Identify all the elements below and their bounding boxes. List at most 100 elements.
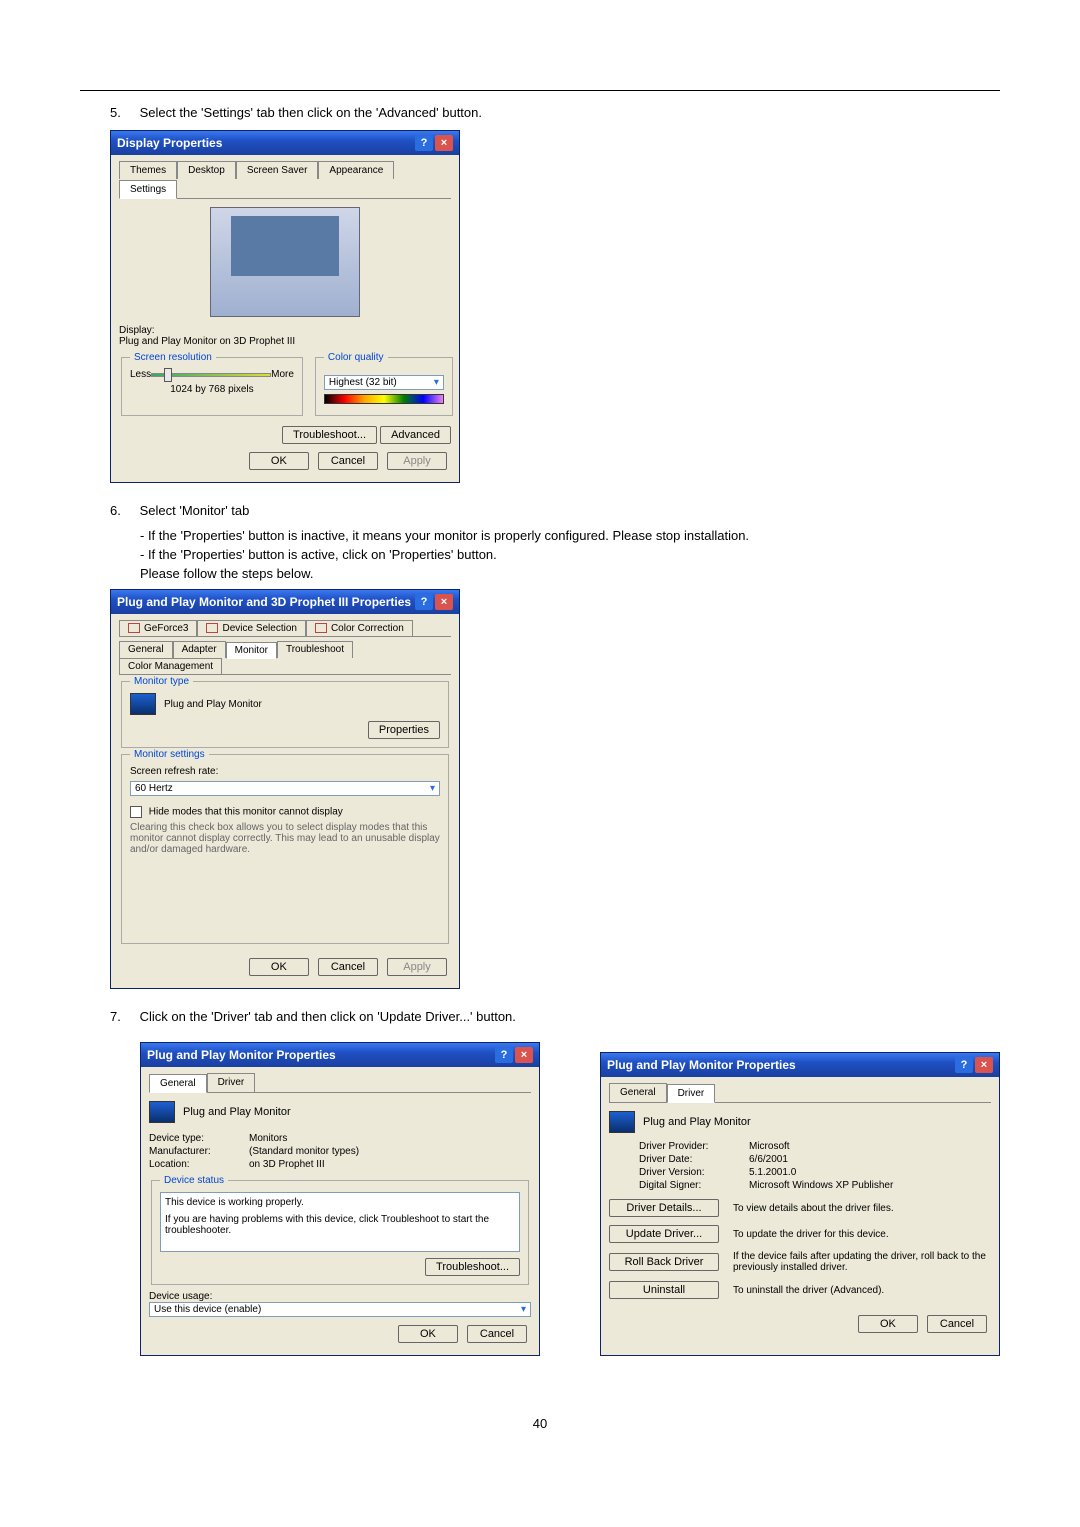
digital-signer-value: Microsoft Windows XP Publisher <box>749 1180 893 1191</box>
tab-monitor[interactable]: Monitor <box>226 642 277 659</box>
manufacturer-label: Manufacturer: <box>149 1146 249 1157</box>
resolution-legend: Screen resolution <box>130 352 216 363</box>
cancel-button[interactable]: Cancel <box>318 958 378 976</box>
rollback-driver-button[interactable]: Roll Back Driver <box>609 1253 719 1271</box>
tab-driver[interactable]: Driver <box>667 1084 716 1103</box>
display-properties-window: Display Properties ? × Themes Desktop Sc… <box>110 130 460 483</box>
tab-themes[interactable]: Themes <box>119 161 177 179</box>
driver-provider-label: Driver Provider: <box>639 1141 749 1152</box>
manufacturer-value: (Standard monitor types) <box>249 1146 359 1157</box>
help-icon[interactable]: ? <box>415 135 433 151</box>
monitor-icon <box>149 1101 175 1123</box>
step-7-num: 7. <box>110 1009 136 1024</box>
step-5-text: Select the 'Settings' tab then click on … <box>140 105 482 120</box>
rollback-driver-desc: If the device fails after updating the d… <box>733 1251 991 1273</box>
tab-color-correction[interactable]: Color Correction <box>306 620 413 636</box>
monitor-icon <box>130 693 156 715</box>
ok-button[interactable]: OK <box>398 1325 458 1343</box>
troubleshoot-button[interactable]: Troubleshoot... <box>282 426 377 444</box>
chevron-down-icon: ▾ <box>434 377 439 388</box>
tab-general[interactable]: General <box>119 641 173 658</box>
close-icon[interactable]: × <box>435 135 453 151</box>
display-label: Display: <box>119 325 451 336</box>
ok-button[interactable]: OK <box>249 452 309 470</box>
monitor-settings-legend: Monitor settings <box>130 749 209 760</box>
tab-device-selection[interactable]: Device Selection <box>197 620 305 636</box>
tab-settings[interactable]: Settings <box>119 180 177 199</box>
device-usage-value: Use this device (enable) <box>154 1304 261 1315</box>
tab-general[interactable]: General <box>149 1074 207 1093</box>
location-value: on 3D Prophet III <box>249 1159 325 1170</box>
close-icon[interactable]: × <box>515 1047 533 1063</box>
tab-troubleshoot[interactable]: Troubleshoot <box>277 641 353 658</box>
cancel-button[interactable]: Cancel <box>467 1325 527 1343</box>
update-driver-button[interactable]: Update Driver... <box>609 1225 719 1243</box>
close-icon[interactable]: × <box>435 594 453 610</box>
help-icon[interactable]: ? <box>955 1057 973 1073</box>
tab-geforce3[interactable]: GeForce3 <box>119 620 197 636</box>
close-icon[interactable]: × <box>975 1057 993 1073</box>
page-number: 40 <box>80 1416 1000 1431</box>
help-icon[interactable]: ? <box>495 1047 513 1063</box>
tab-appearance[interactable]: Appearance <box>318 161 394 179</box>
resolution-slider[interactable] <box>151 373 271 377</box>
help-icon[interactable]: ? <box>415 594 433 610</box>
chevron-down-icon: ▾ <box>430 783 435 794</box>
driver-details-desc: To view details about the driver files. <box>733 1203 991 1214</box>
color-strip <box>324 394 444 404</box>
device-status-line2: If you are having problems with this dev… <box>165 1214 515 1236</box>
monitor-type-legend: Monitor type <box>130 676 193 687</box>
driver-date-value: 6/6/2001 <box>749 1154 788 1165</box>
more-label: More <box>271 369 294 380</box>
advanced-button[interactable]: Advanced <box>380 426 451 444</box>
title-text: Plug and Play Monitor and 3D Prophet III… <box>117 595 411 609</box>
device-status-legend: Device status <box>160 1175 228 1186</box>
device-status-box: This device is working properly. If you … <box>160 1192 520 1252</box>
device-usage-select[interactable]: Use this device (enable) ▾ <box>149 1302 531 1317</box>
display-value: Plug and Play Monitor on 3D Prophet III <box>119 336 451 347</box>
refresh-rate-select[interactable]: 60 Hertz ▾ <box>130 781 440 796</box>
colorquality-select[interactable]: Highest (32 bit) ▾ <box>324 375 444 390</box>
apply-button[interactable]: Apply <box>387 452 447 470</box>
tab-color-management[interactable]: Color Management <box>119 658 222 674</box>
digital-signer-label: Digital Signer: <box>639 1180 749 1191</box>
cancel-button[interactable]: Cancel <box>927 1315 987 1333</box>
tabstrip: Themes Desktop Screen Saver Appearance S… <box>119 161 451 199</box>
tab-general[interactable]: General <box>609 1083 667 1102</box>
display-preview <box>210 207 360 317</box>
tab-desktop[interactable]: Desktop <box>177 161 236 179</box>
monitor-icon <box>609 1111 635 1133</box>
device-usage-label: Device usage: <box>149 1291 531 1302</box>
chevron-down-icon: ▾ <box>521 1304 526 1315</box>
uninstall-button[interactable]: Uninstall <box>609 1281 719 1299</box>
hide-modes-checkbox[interactable] <box>130 806 142 818</box>
ok-button[interactable]: OK <box>858 1315 918 1333</box>
monitor-type-value: Plug and Play Monitor <box>164 699 262 710</box>
title-text: Plug and Play Monitor Properties <box>147 1048 336 1062</box>
step-6-sub-c: Please follow the steps below. <box>140 566 1000 581</box>
driver-details-button[interactable]: Driver Details... <box>609 1199 719 1217</box>
tab-screensaver[interactable]: Screen Saver <box>236 161 319 179</box>
properties-button[interactable]: Properties <box>368 721 440 739</box>
step-6-text: Select 'Monitor' tab <box>140 503 250 518</box>
driver-provider-value: Microsoft <box>749 1141 790 1152</box>
device-type-value: Monitors <box>249 1133 287 1144</box>
location-label: Location: <box>149 1159 249 1170</box>
colorquality-value: Highest (32 bit) <box>329 377 397 388</box>
titlebar: Display Properties ? × <box>111 131 459 155</box>
less-label: Less <box>130 369 151 380</box>
device-status-line1: This device is working properly. <box>165 1197 515 1208</box>
tab-driver[interactable]: Driver <box>207 1073 256 1092</box>
uninstall-desc: To uninstall the driver (Advanced). <box>733 1285 991 1296</box>
ok-button[interactable]: OK <box>249 958 309 976</box>
title-text: Plug and Play Monitor Properties <box>607 1058 796 1072</box>
nv-icon <box>206 623 218 633</box>
cancel-button[interactable]: Cancel <box>318 452 378 470</box>
apply-button[interactable]: Apply <box>387 958 447 976</box>
resolution-value: 1024 by 768 pixels <box>130 384 294 395</box>
step-6: 6. Select 'Monitor' tab <box>110 503 1000 518</box>
colorquality-legend: Color quality <box>324 352 388 363</box>
tab-adapter[interactable]: Adapter <box>173 641 226 658</box>
troubleshoot-button[interactable]: Troubleshoot... <box>425 1258 520 1276</box>
refresh-rate-value: 60 Hertz <box>135 783 173 794</box>
